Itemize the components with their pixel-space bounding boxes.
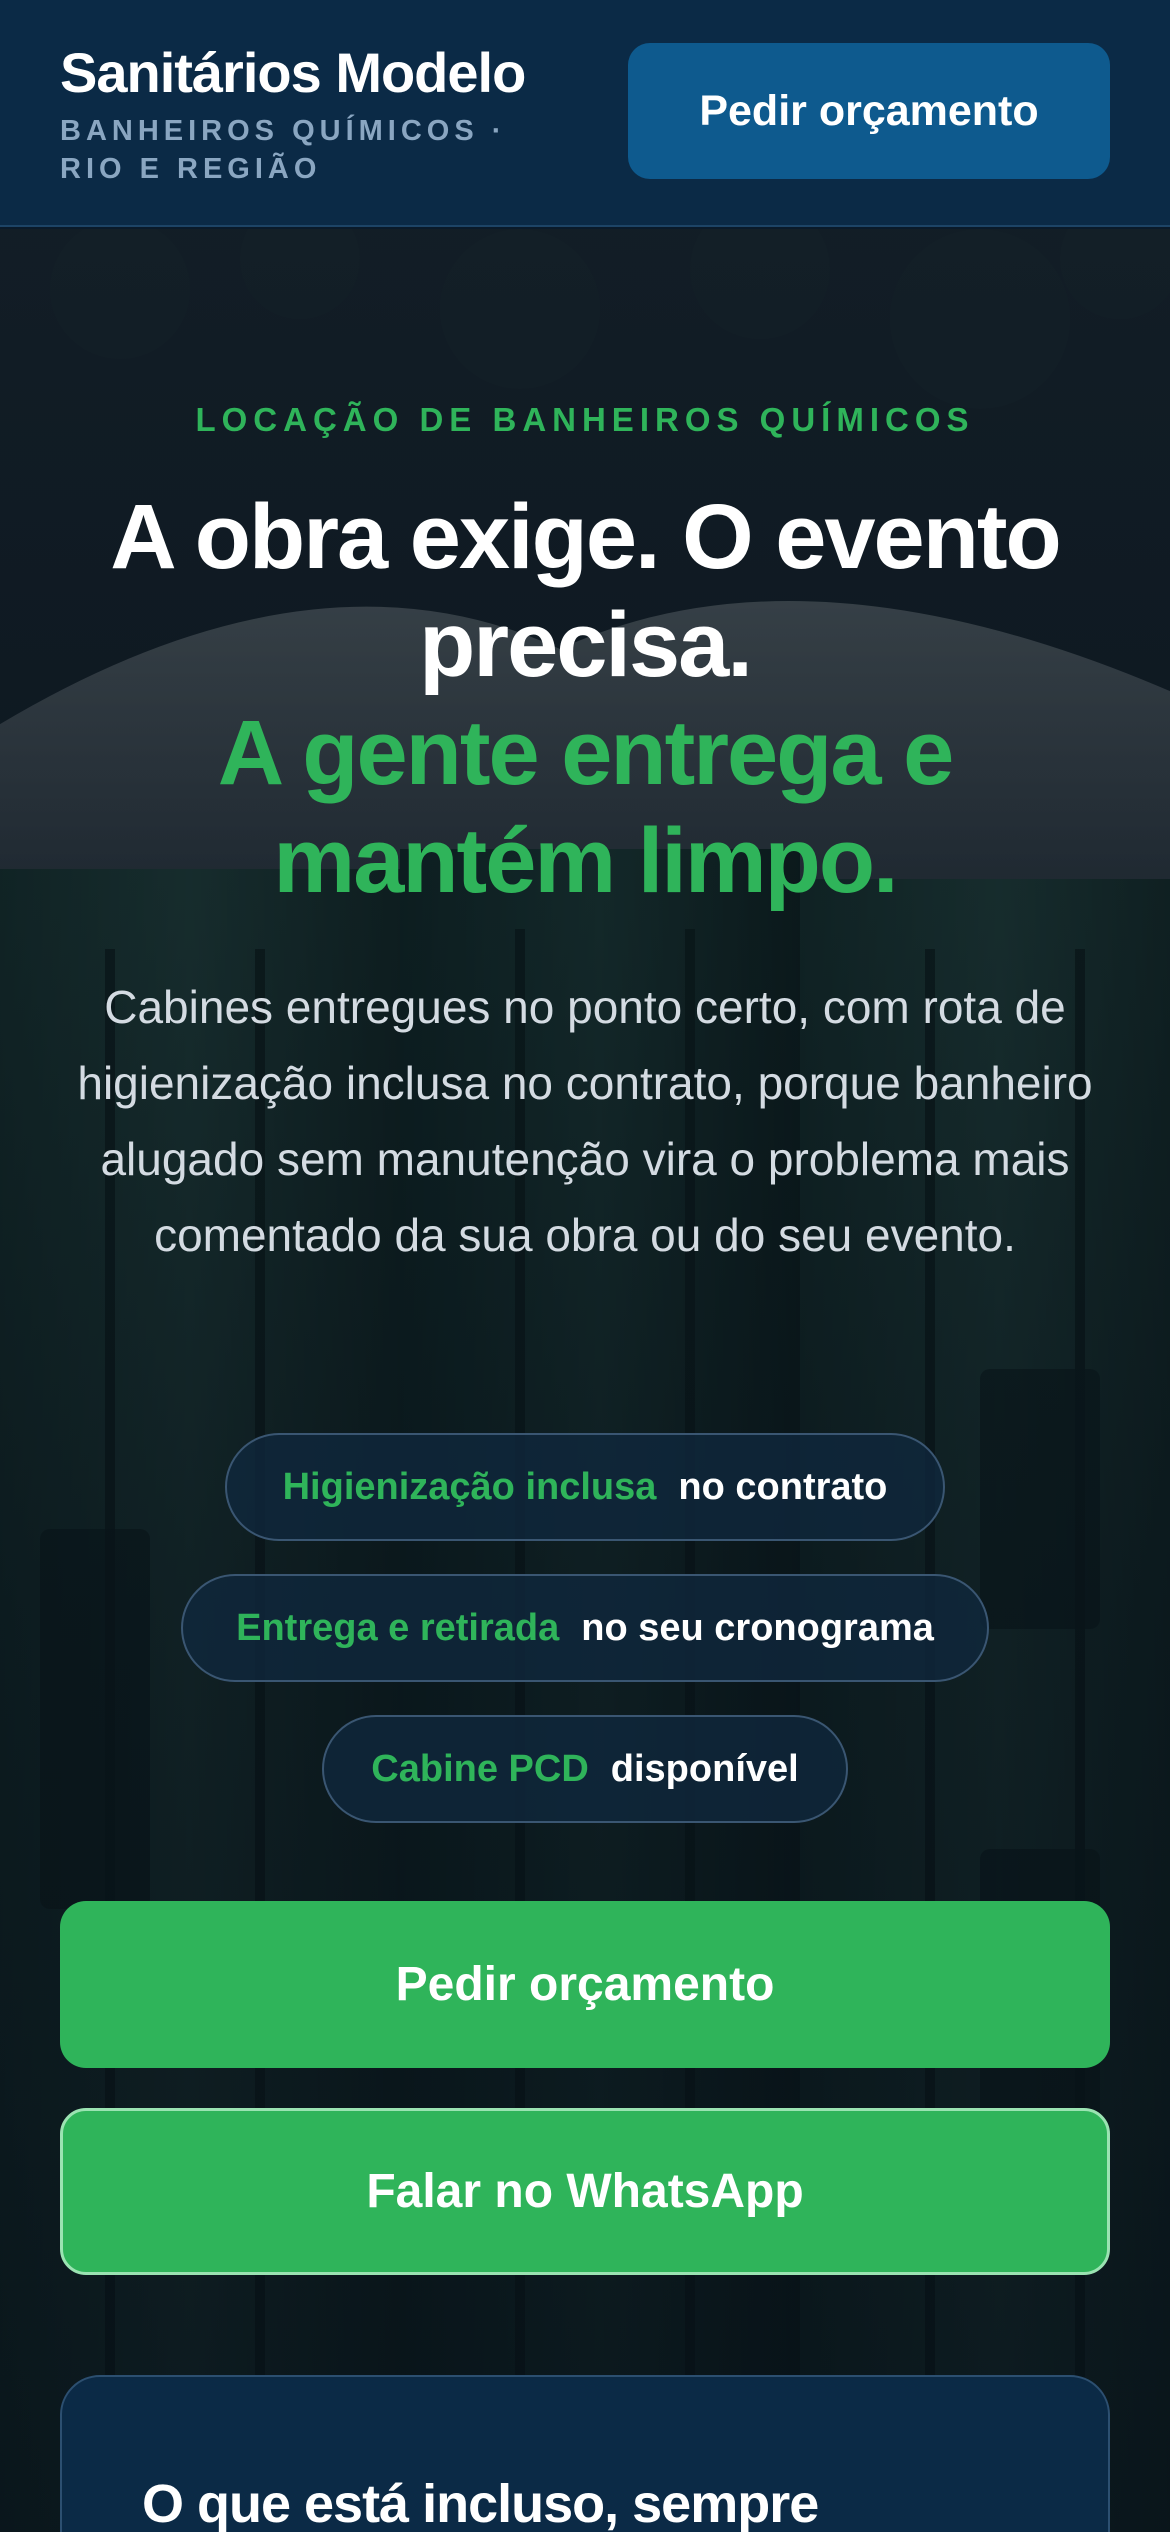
pill-value: no contrato <box>678 1465 888 1508</box>
included-card: O que está incluso, sempre <box>60 2375 1110 2532</box>
quote-button[interactable]: Pedir orçamento <box>60 1901 1110 2068</box>
feature-pill-delivery: Entrega e retirada no seu cronograma <box>181 1574 989 1682</box>
headline-line-2: A gente entrega e mantém limpo. <box>217 702 955 912</box>
hero-headline: A obra exige. O evento precisa. A gente … <box>40 483 1130 915</box>
included-title: O que está incluso, sempre <box>142 2474 819 2532</box>
pill-value: disponível <box>610 1747 799 1790</box>
pill-key: Cabine PCD <box>371 1747 589 1790</box>
feature-pill-pcd: Cabine PCD disponível <box>322 1715 848 1823</box>
hero-eyebrow: LOCAÇÃO DE BANHEIROS QUÍMICOS <box>195 401 975 438</box>
pill-key: Entrega e retirada <box>236 1606 560 1649</box>
feature-pill-hygiene: Higienização inclusa no contrato <box>225 1433 945 1541</box>
brand-name[interactable]: Sanitários Modelo <box>60 40 526 105</box>
pill-key: Higienização inclusa <box>282 1465 657 1508</box>
hero-content: LOCAÇÃO DE BANHEIROS QUÍMICOS A obra exi… <box>0 229 1170 2532</box>
site-header: Sanitários Modelo BANHEIROS QUÍMICOS · R… <box>0 0 1170 227</box>
hero-description: Cabines entregues no ponto certo, com ro… <box>77 981 1093 1261</box>
header-quote-button[interactable]: Pedir orçamento <box>628 43 1110 179</box>
brand-tagline: BANHEIROS QUÍMICOS · RIO E REGIÃO <box>60 115 507 185</box>
hero-section: LOCAÇÃO DE BANHEIROS QUÍMICOS A obra exi… <box>0 229 1170 2532</box>
pill-value: no seu cronograma <box>581 1606 934 1649</box>
headline-line-1: A obra exige. O evento precisa. <box>110 486 1062 696</box>
whatsapp-button[interactable]: Falar no WhatsApp <box>60 2108 1110 2275</box>
